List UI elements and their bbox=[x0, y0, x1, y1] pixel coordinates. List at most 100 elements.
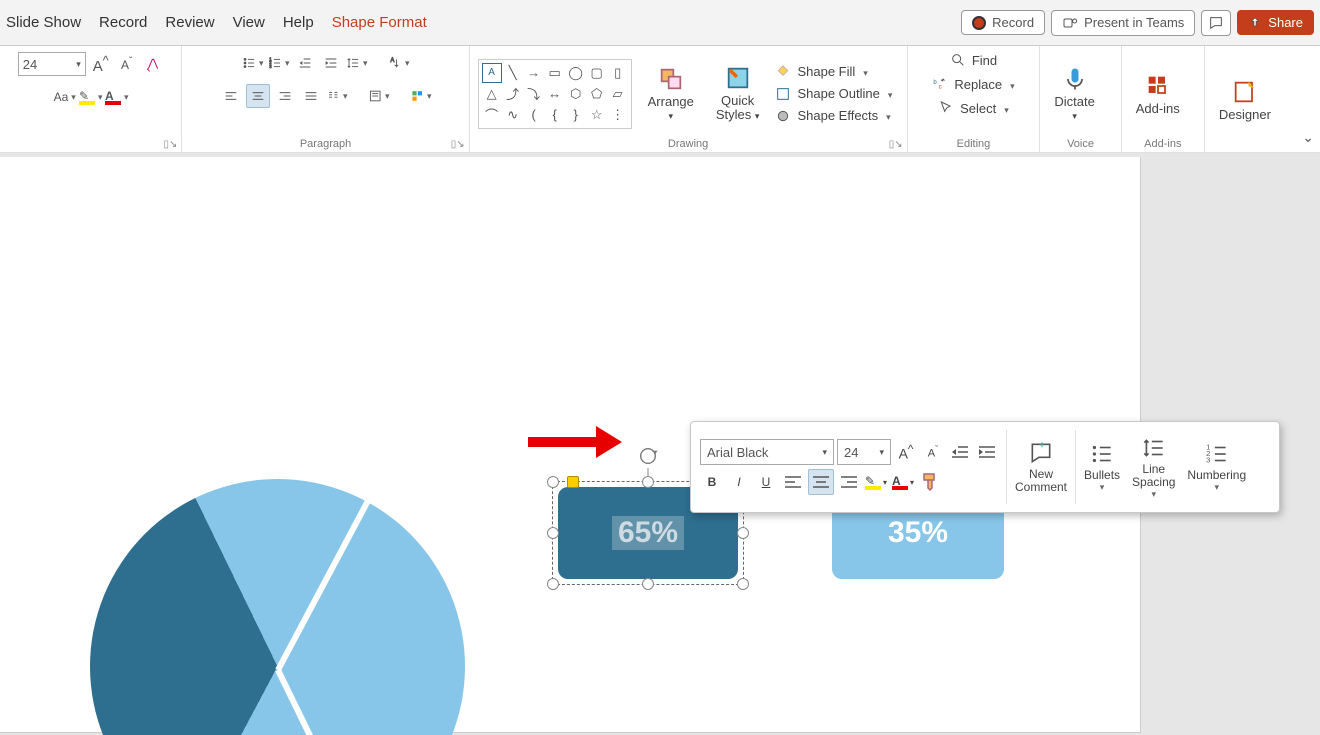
find-icon bbox=[950, 52, 966, 68]
convert-smartart-button[interactable] bbox=[410, 85, 432, 107]
tab-review[interactable]: Review bbox=[165, 14, 214, 31]
mini-align-left-button[interactable] bbox=[781, 470, 805, 494]
increase-indent-button[interactable] bbox=[320, 52, 342, 74]
addins-button[interactable]: Add-ins bbox=[1130, 72, 1186, 116]
pie-chart[interactable] bbox=[90, 479, 465, 735]
mini-line-spacing-button[interactable]: Line Spacing ▾ bbox=[1126, 426, 1181, 508]
quick-styles-icon bbox=[724, 64, 752, 92]
share-icon bbox=[1248, 16, 1262, 30]
mini-increase-font-button[interactable]: A^ bbox=[894, 440, 918, 464]
align-center-button[interactable] bbox=[246, 84, 270, 108]
mini-font-color-button[interactable]: A▾ bbox=[891, 470, 915, 494]
align-left-button[interactable] bbox=[220, 85, 242, 107]
shape-fill-button[interactable]: Shape Fill bbox=[775, 64, 892, 80]
present-in-teams-button[interactable]: Present in Teams bbox=[1051, 10, 1195, 36]
mini-numbering-button[interactable]: 123 Numbering ▾ bbox=[1181, 426, 1252, 508]
mini-bold-button[interactable]: B bbox=[700, 470, 724, 494]
mini-decrease-font-button[interactable]: Aˇ bbox=[921, 440, 945, 464]
columns-button[interactable] bbox=[326, 85, 348, 107]
mini-new-comment-button[interactable]: + New Comment bbox=[1009, 426, 1073, 508]
shape-effects-icon bbox=[775, 108, 791, 124]
numbering-button[interactable]: 123 bbox=[268, 52, 290, 74]
comments-toggle-button[interactable] bbox=[1201, 10, 1231, 36]
svg-text:b: b bbox=[934, 80, 938, 86]
line-spacing-icon bbox=[1141, 435, 1167, 461]
mini-font-size-combo[interactable]: 24▾ bbox=[837, 439, 891, 465]
mini-italic-button[interactable]: I bbox=[727, 470, 751, 494]
teams-icon bbox=[1062, 15, 1078, 31]
resize-handle[interactable] bbox=[547, 476, 559, 488]
font-dialog-launcher[interactable]: ▯↘ bbox=[164, 139, 178, 150]
tab-slide-show[interactable]: Slide Show bbox=[6, 14, 81, 31]
share-button[interactable]: Share bbox=[1237, 10, 1314, 35]
find-button[interactable]: Find bbox=[950, 52, 997, 68]
change-case-button[interactable]: Aa bbox=[54, 86, 76, 108]
mini-decrease-indent-button[interactable] bbox=[948, 440, 972, 464]
mini-toolbar: Arial Black▾ 24▾ A^ Aˇ B I U bbox=[690, 421, 1280, 513]
svg-text:A: A bbox=[390, 58, 394, 64]
mini-format-painter-button[interactable] bbox=[918, 470, 942, 494]
quick-label: Quick bbox=[721, 93, 754, 108]
mini-font-combo[interactable]: Arial Black▾ bbox=[700, 439, 834, 465]
addins-label: Add-ins bbox=[1136, 102, 1180, 116]
bullets-button[interactable] bbox=[242, 52, 264, 74]
mini-align-right-button[interactable] bbox=[837, 470, 861, 494]
rotation-handle[interactable] bbox=[636, 444, 660, 468]
mini-font-size-value: 24 bbox=[844, 445, 858, 460]
ribbon-collapse-button[interactable]: ⌄ bbox=[1302, 129, 1314, 146]
tab-record[interactable]: Record bbox=[99, 14, 147, 31]
designer-button[interactable]: Designer bbox=[1213, 78, 1277, 122]
line-spacing-button[interactable] bbox=[346, 52, 368, 74]
highlight-color-button[interactable]: ✎ bbox=[80, 86, 102, 108]
svg-text:3: 3 bbox=[269, 64, 272, 69]
font-color-icon: A bbox=[105, 89, 121, 105]
new-comment-icon: + bbox=[1028, 440, 1054, 466]
mini-highlight-button[interactable]: ✎▾ bbox=[864, 470, 888, 494]
resize-handle[interactable] bbox=[547, 578, 559, 590]
shape-outline-label: Shape Outline bbox=[797, 86, 879, 101]
font-size-combo[interactable]: 24▾ bbox=[18, 52, 86, 76]
shape-effects-button[interactable]: Shape Effects bbox=[775, 108, 892, 124]
shape-outline-button[interactable]: Shape Outline bbox=[775, 86, 892, 102]
paragraph-dialog-launcher[interactable]: ▯↘ bbox=[451, 139, 465, 150]
tab-shape-format[interactable]: Shape Format bbox=[332, 14, 427, 31]
arrange-button[interactable]: Arrange ▾ bbox=[642, 65, 700, 122]
decrease-indent-button[interactable] bbox=[294, 52, 316, 74]
dictate-button[interactable]: Dictate ▾ bbox=[1048, 65, 1100, 122]
mini-bullets-button[interactable]: Bullets ▾ bbox=[1078, 426, 1126, 508]
tab-help[interactable]: Help bbox=[283, 14, 314, 31]
dictate-icon bbox=[1061, 65, 1089, 93]
drawing-dialog-launcher[interactable]: ▯↘ bbox=[889, 139, 903, 150]
resize-handle[interactable] bbox=[642, 578, 654, 590]
slide[interactable]: 35% 65% bbox=[0, 157, 1141, 733]
resize-handle[interactable] bbox=[737, 578, 749, 590]
mini-numbering-label: Numbering bbox=[1187, 469, 1246, 482]
highlight-icon: ✎ bbox=[79, 89, 95, 105]
justify-button[interactable] bbox=[300, 85, 322, 107]
font-size-value: 24 bbox=[23, 57, 37, 72]
resize-handle[interactable] bbox=[737, 527, 749, 539]
select-icon bbox=[938, 100, 954, 116]
quick-styles-button[interactable]: QuickStyles ▾ bbox=[710, 64, 766, 123]
font-color-button[interactable]: A bbox=[106, 86, 128, 108]
align-text-button[interactable] bbox=[368, 85, 390, 107]
dictate-label: Dictate bbox=[1054, 95, 1094, 109]
clear-formatting-button[interactable] bbox=[142, 53, 164, 75]
select-button[interactable]: Select bbox=[938, 100, 1009, 116]
increase-font-size-button[interactable]: A^ bbox=[90, 53, 112, 75]
shape-fill-icon bbox=[775, 64, 791, 80]
mini-underline-button[interactable]: U bbox=[754, 470, 778, 494]
replace-button[interactable]: bc Replace bbox=[932, 76, 1014, 92]
drawing-group-label: Drawing bbox=[478, 135, 899, 150]
addins-group-label: Add-ins bbox=[1130, 135, 1196, 150]
text-direction-button[interactable]: A bbox=[388, 52, 410, 74]
shapes-gallery[interactable]: A╲→▭◯▢▯ △⤴⤵↔⬡⬠▱ ⌒∿({}☆⋮ bbox=[478, 59, 632, 129]
callout-65-text: 65% bbox=[612, 516, 684, 550]
mini-align-center-button[interactable] bbox=[808, 469, 834, 495]
decrease-font-size-button[interactable]: Aˇ bbox=[116, 53, 138, 75]
record-button[interactable]: Record bbox=[961, 10, 1045, 35]
align-right-button[interactable] bbox=[274, 85, 296, 107]
svg-text:c: c bbox=[939, 85, 942, 91]
tab-view[interactable]: View bbox=[233, 14, 265, 31]
mini-increase-indent-button[interactable] bbox=[975, 440, 999, 464]
